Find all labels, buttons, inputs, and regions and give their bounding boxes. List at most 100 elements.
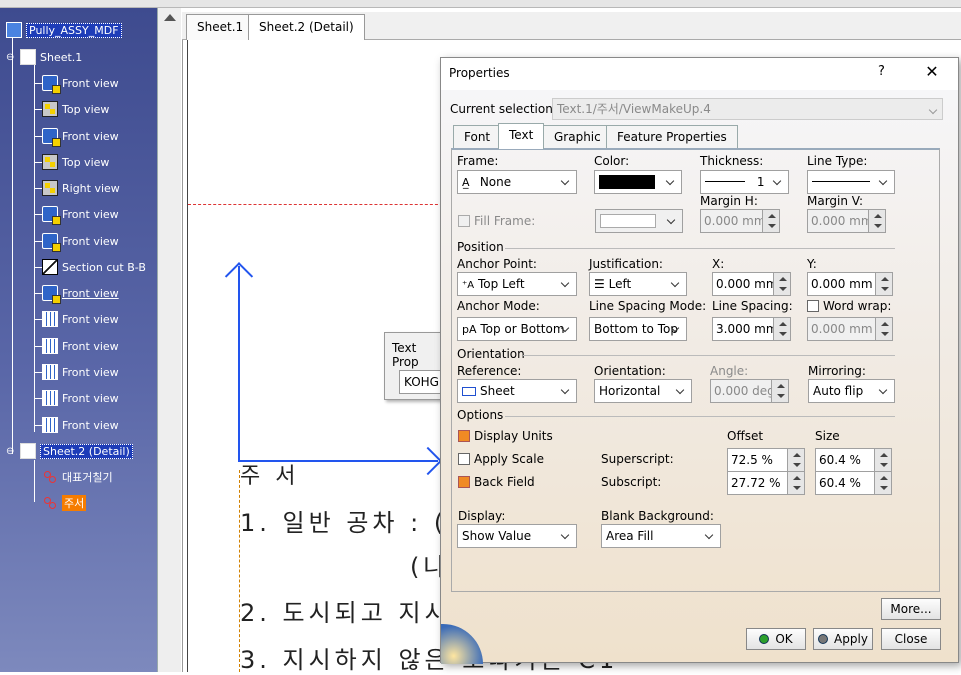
- frame-select[interactable]: A̲ None: [457, 170, 577, 194]
- tree-item[interactable]: Front view: [34, 283, 119, 304]
- apply-button[interactable]: Apply: [813, 628, 873, 650]
- tree-item[interactable]: Right view: [34, 178, 120, 198]
- font-name-input[interactable]: KOHG: [399, 370, 445, 394]
- tree-item-label[interactable]: Top view: [62, 156, 109, 169]
- reference-select[interactable]: Sheet: [457, 379, 577, 403]
- tree-item-label[interactable]: Front view: [62, 287, 119, 300]
- tree-item-label[interactable]: Front view: [62, 130, 119, 143]
- superscript-offset-input[interactable]: 72.5 %: [727, 448, 788, 472]
- tree-item-label[interactable]: Top view: [62, 103, 109, 116]
- tree-item-label[interactable]: Section cut B-B: [62, 261, 146, 274]
- tree-sheet2-label[interactable]: Sheet.2 (Detail): [40, 443, 133, 459]
- tab-font[interactable]: Font: [453, 125, 502, 149]
- tree-item[interactable]: Front view: [34, 388, 119, 408]
- word-wrap-input[interactable]: 0.000 mm: [807, 317, 876, 341]
- x-input[interactable]: 0.000 mm: [712, 272, 778, 296]
- tree-line: [34, 460, 35, 502]
- display-units-checkbox[interactable]: [458, 430, 470, 442]
- scroll-up-icon[interactable]: [164, 14, 176, 21]
- margin-h-input[interactable]: 0.000 mm: [700, 209, 766, 233]
- tree-item[interactable]: Front view: [34, 336, 119, 356]
- tree-sheet2[interactable]: ⊖ Sheet.2 (Detail): [6, 441, 133, 461]
- tree-item[interactable]: Front view: [34, 415, 119, 435]
- fill-frame-checkbox[interactable]: [458, 215, 470, 227]
- tree-root-label[interactable]: Pully_ASSY_MDF: [26, 22, 122, 38]
- fill-color-select[interactable]: [595, 209, 683, 233]
- subscript-size-input[interactable]: 60.4 %: [815, 471, 875, 495]
- angle-spinner[interactable]: [771, 379, 789, 403]
- close-icon[interactable]: ✕: [919, 61, 945, 83]
- line-type-select[interactable]: [807, 170, 895, 194]
- ok-button[interactable]: OK: [746, 628, 806, 650]
- close-button[interactable]: Close: [881, 628, 941, 650]
- tree-item-label[interactable]: Front view: [62, 419, 119, 432]
- orientation-select[interactable]: Horizontal: [594, 379, 692, 403]
- apply-scale-checkbox[interactable]: [458, 453, 470, 465]
- tree-item[interactable]: Top view: [34, 152, 109, 172]
- tree-sheet1[interactable]: ⊖ Sheet.1: [6, 47, 82, 67]
- tab-text[interactable]: Text: [498, 123, 545, 149]
- tree-item-label[interactable]: Front view: [62, 392, 119, 405]
- tree-scrollbar[interactable]: [157, 8, 181, 672]
- tab-sheet2-detail[interactable]: Sheet.2 (Detail): [248, 14, 365, 40]
- word-wrap-spinner[interactable]: [875, 317, 893, 341]
- word-wrap-checkbox[interactable]: [807, 300, 819, 312]
- tree-item-label[interactable]: Front view: [62, 208, 119, 221]
- more-button[interactable]: More...: [881, 598, 941, 620]
- tree-item[interactable]: Front view: [34, 362, 119, 382]
- mirroring-select[interactable]: Auto flip: [808, 379, 895, 403]
- superscript-offset-spinner[interactable]: [787, 448, 805, 472]
- justification-select[interactable]: ☰ Left: [589, 272, 687, 296]
- tab-graphic[interactable]: Graphic: [543, 125, 612, 149]
- subscript-offset-input[interactable]: 27.72 %: [727, 471, 788, 495]
- line-spacing-spinner[interactable]: [773, 317, 791, 341]
- display-select[interactable]: Show Value: [457, 524, 577, 548]
- tree-item-label[interactable]: Front view: [62, 366, 119, 379]
- tree-item-label[interactable]: Front view: [62, 340, 119, 353]
- anchor-point-select[interactable]: ⁺A Top Left: [457, 272, 577, 296]
- superscript-size-input[interactable]: 60.4 %: [815, 448, 875, 472]
- subscript-size-spinner[interactable]: [874, 471, 892, 495]
- tree-line: [34, 267, 42, 268]
- margin-h-spinner[interactable]: [762, 209, 780, 233]
- x-spinner[interactable]: [773, 272, 791, 296]
- anchor-mode-select[interactable]: pA Top or Bottom: [457, 317, 577, 341]
- tree-item[interactable]: Front view: [34, 126, 119, 147]
- tree-item[interactable]: Top view: [34, 99, 109, 119]
- line-spacing-mode-select[interactable]: Bottom to Top: [589, 317, 687, 341]
- tree-sheet1-label[interactable]: Sheet.1: [40, 51, 82, 64]
- tree-item-roughness[interactable]: 대표거칠기: [42, 467, 113, 487]
- current-selection-field[interactable]: Text.1/주서/ViewMakeUp.4: [552, 98, 943, 120]
- blank-background-select[interactable]: Area Fill: [601, 524, 721, 548]
- color-select[interactable]: [594, 170, 682, 194]
- tree-item-label[interactable]: 주서: [62, 495, 87, 511]
- angle-input[interactable]: 0.000 deg: [710, 379, 775, 403]
- collapse-icon[interactable]: ⊖: [6, 446, 20, 457]
- margin-v-spinner[interactable]: [868, 209, 886, 233]
- tree-item-label[interactable]: 대표거칠기: [62, 469, 113, 485]
- tree-item[interactable]: Front view: [34, 231, 119, 252]
- back-field-checkbox[interactable]: [458, 476, 470, 488]
- tree-root[interactable]: Pully_ASSY_MDF: [6, 20, 122, 40]
- tab-sheet1[interactable]: Sheet.1: [186, 14, 255, 40]
- subscript-offset-spinner[interactable]: [787, 471, 805, 495]
- line-spacing-input[interactable]: 3.000 mm: [712, 317, 778, 341]
- specification-tree[interactable]: Pully_ASSY_MDF ⊖ Sheet.1 Front view Top v…: [0, 8, 180, 672]
- superscript-size-spinner[interactable]: [874, 448, 892, 472]
- tree-item-label[interactable]: Right view: [62, 182, 120, 195]
- tree-item[interactable]: Section cut B-B: [34, 257, 146, 277]
- y-spinner[interactable]: [875, 272, 893, 296]
- tree-item-notes[interactable]: 주서: [42, 493, 87, 513]
- y-input[interactable]: 0.000 mm: [807, 272, 876, 296]
- margin-v-input[interactable]: 0.000 mm: [807, 209, 873, 233]
- tree-item[interactable]: Front view: [34, 73, 119, 94]
- tree-item[interactable]: Front view: [34, 309, 119, 329]
- collapse-icon[interactable]: ⊖: [6, 52, 20, 63]
- thickness-select[interactable]: 1: [700, 170, 789, 194]
- tree-item-label[interactable]: Front view: [62, 313, 119, 326]
- tab-feature-properties[interactable]: Feature Properties: [606, 125, 738, 149]
- tree-item[interactable]: Front view: [34, 204, 119, 225]
- tree-item-label[interactable]: Front view: [62, 77, 119, 90]
- tree-item-label[interactable]: Front view: [62, 235, 119, 248]
- help-icon[interactable]: ?: [878, 64, 885, 79]
